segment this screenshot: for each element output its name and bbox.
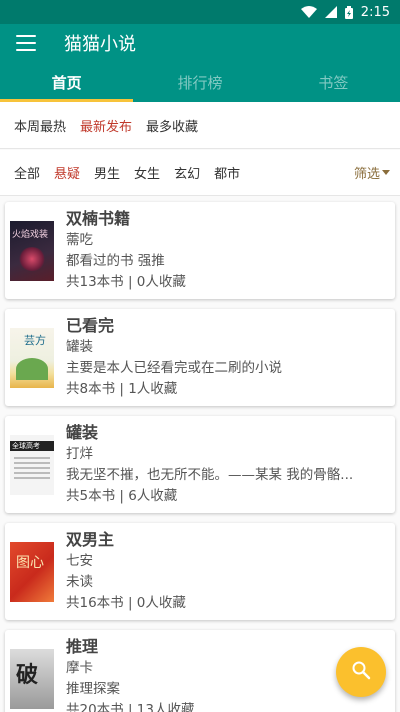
book-cover: 破 — [10, 648, 54, 709]
cover-title: 图心 — [16, 554, 44, 571]
sort-bar: 本周最热 最新发布 最多收藏 — [0, 102, 400, 149]
cover-title: 全球高考 — [12, 441, 40, 450]
booklist-card[interactable]: 图心 双男主 七安 未读 共16本书 | 0人收藏 — [5, 523, 395, 620]
status-time: 2:15 — [360, 4, 390, 20]
booklist-author: 摩卡 — [66, 660, 93, 676]
battery-icon — [344, 5, 353, 19]
app-title: 猫猫小说 — [64, 34, 136, 55]
booklist-author: 薷吃 — [66, 232, 93, 248]
booklist-card[interactable]: 火焰戏装 双楠书籍 薷吃 都看过的书 强推 共13本书 | 0人收藏 — [5, 202, 395, 299]
booklist-name: 推理 — [66, 637, 99, 656]
category-male[interactable]: 男生 — [94, 163, 120, 182]
sort-weekly-hot[interactable]: 本周最热 — [14, 116, 66, 135]
category-all[interactable]: 全部 — [14, 163, 40, 182]
menu-icon[interactable] — [16, 35, 36, 51]
booklist-stats: 共16本书 | 0人收藏 — [66, 595, 186, 611]
sort-newest[interactable]: 最新发布 — [80, 116, 132, 135]
book-cover: 图心 — [10, 541, 54, 602]
cover-title: 火焰戏装 — [12, 229, 49, 240]
booklist-name: 双男主 — [66, 530, 115, 549]
booklist-author: 七安 — [66, 553, 93, 569]
status-bar: 2:15 — [0, 0, 400, 24]
booklist-name: 已看完 — [66, 316, 115, 335]
main-tabs: 首页 排行榜 书签 — [0, 62, 400, 102]
booklist-author: 罐装 — [66, 339, 93, 355]
book-cover: 火焰戏装 — [10, 220, 54, 281]
booklist-name: 双楠书籍 — [66, 209, 131, 228]
booklist-desc: 都看过的书 强推 — [66, 253, 165, 269]
booklist-list: 火焰戏装 双楠书籍 薷吃 都看过的书 强推 共13本书 | 0人收藏 芸方 已看… — [0, 196, 400, 712]
sort-most-favorited[interactable]: 最多收藏 — [146, 116, 198, 135]
book-cover: 全球高考 — [10, 434, 54, 495]
category-urban[interactable]: 都市 — [214, 163, 240, 182]
booklist-desc: 未读 — [66, 574, 93, 590]
signal-icon — [324, 6, 337, 18]
booklist-desc: 我无坚不摧，也无所不能。——某某 我的骨骼... — [66, 467, 354, 483]
booklist-desc: 推理探案 — [66, 681, 120, 697]
caret-down-icon — [382, 170, 390, 175]
wifi-icon — [300, 6, 317, 18]
book-cover: 芸方 — [10, 327, 54, 388]
tab-indicator — [0, 99, 133, 102]
category-fantasy[interactable]: 玄幻 — [174, 163, 200, 182]
category-mystery[interactable]: 悬疑 — [54, 163, 80, 182]
app-bar: 猫猫小说 — [0, 24, 400, 62]
cover-title: 破 — [16, 661, 39, 688]
search-icon — [351, 660, 371, 684]
tab-ranking[interactable]: 排行榜 — [133, 62, 266, 102]
booklist-stats: 共5本书 | 6人收藏 — [66, 488, 178, 504]
booklist-stats: 共8本书 | 1人收藏 — [66, 381, 178, 397]
filter-button[interactable]: 筛选 — [354, 163, 390, 182]
tab-home[interactable]: 首页 — [0, 62, 133, 102]
booklist-name: 罐装 — [66, 423, 99, 442]
search-button[interactable] — [336, 647, 386, 697]
booklist-stats: 共20本书 | 13人收藏 — [66, 702, 195, 712]
booklist-card[interactable]: 芸方 已看完 罐装 主要是本人已经看完或在二刷的小说 共8本书 | 1人收藏 — [5, 309, 395, 406]
booklist-stats: 共13本书 | 0人收藏 — [66, 274, 186, 290]
booklist-author: 打烊 — [66, 446, 93, 462]
category-female[interactable]: 女生 — [134, 163, 160, 182]
booklist-desc: 主要是本人已经看完或在二刷的小说 — [66, 360, 282, 376]
filter-label: 筛选 — [353, 167, 380, 182]
tab-bookmarks[interactable]: 书签 — [267, 62, 400, 102]
category-bar: 全部 悬疑 男生 女生 玄幻 都市 筛选 — [0, 150, 400, 196]
cover-title: 芸方 — [24, 333, 46, 347]
booklist-card[interactable]: 全球高考 罐装 打烊 我无坚不摧，也无所不能。——某某 我的骨骼... 共5本书… — [5, 416, 395, 513]
